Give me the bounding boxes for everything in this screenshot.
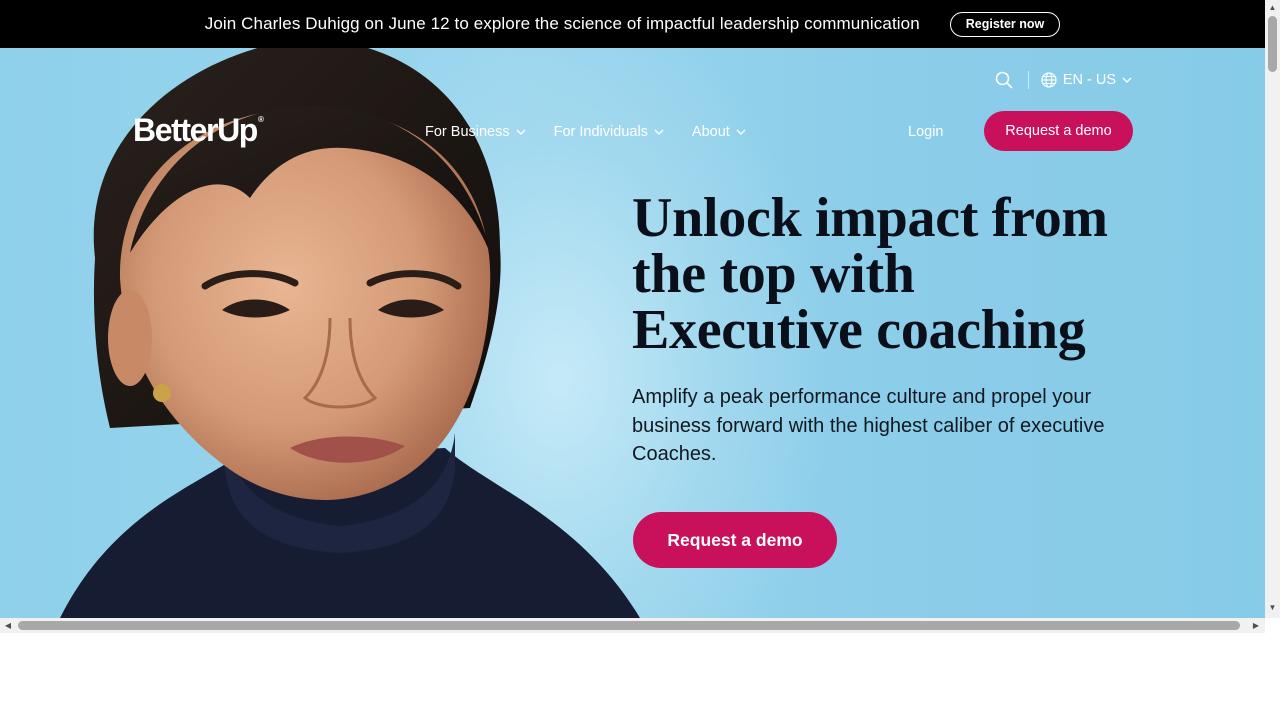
logo-text: BetterUp bbox=[133, 112, 258, 148]
scroll-left-arrow-icon[interactable]: ◀ bbox=[4, 621, 12, 630]
utility-bar: EN - US bbox=[994, 70, 1132, 90]
register-now-button[interactable]: Register now bbox=[949, 11, 1061, 37]
hero-section: EN - US BetterUp ® For Business For Indiv… bbox=[0, 48, 1265, 618]
nav-for-business[interactable]: For Business bbox=[425, 124, 526, 140]
globe-icon bbox=[1041, 72, 1057, 88]
nav-label: For Individuals bbox=[553, 124, 648, 140]
vertical-scroll-thumb[interactable] bbox=[1268, 16, 1277, 72]
language-label: EN - US bbox=[1062, 72, 1116, 88]
horizontal-scrollbar[interactable]: ◀ ▶ bbox=[0, 618, 1265, 633]
language-selector[interactable]: EN - US bbox=[1041, 72, 1132, 88]
horizontal-scroll-thumb[interactable] bbox=[18, 621, 1240, 630]
nav-label: For Business bbox=[425, 124, 510, 140]
main-nav: For Business For Individuals About bbox=[425, 124, 746, 140]
scroll-up-arrow-icon[interactable]: ▲ bbox=[1268, 4, 1277, 12]
announcement-text: Join Charles Duhigg on June 12 to explor… bbox=[204, 14, 920, 33]
chevron-down-icon bbox=[654, 129, 664, 135]
announcement-bar: Join Charles Duhigg on June 12 to explor… bbox=[0, 0, 1265, 48]
header-request-demo-button[interactable]: Request a demo bbox=[984, 111, 1133, 151]
nav-for-individuals[interactable]: For Individuals bbox=[554, 124, 664, 140]
chevron-down-icon bbox=[1122, 77, 1132, 83]
utility-divider bbox=[1027, 71, 1029, 89]
headline-line: Executive coaching bbox=[632, 299, 1086, 361]
search-icon[interactable] bbox=[994, 70, 1014, 90]
headline-line: Unlock impact from bbox=[632, 187, 1108, 249]
hero-subcopy: Amplify a peak performance culture and p… bbox=[632, 386, 1105, 465]
scroll-down-arrow-icon[interactable]: ▼ bbox=[1268, 604, 1277, 612]
headline-line: the top with bbox=[632, 243, 915, 305]
login-link[interactable]: Login bbox=[908, 124, 943, 140]
nav-label: About bbox=[691, 124, 730, 140]
vertical-scrollbar[interactable]: ▲ ▼ bbox=[1265, 0, 1280, 618]
scroll-right-arrow-icon[interactable]: ▶ bbox=[1252, 621, 1260, 630]
hero-headline: Unlock impact from the top with Executiv… bbox=[632, 190, 1152, 358]
chevron-down-icon bbox=[736, 129, 746, 135]
registered-mark: ® bbox=[257, 115, 264, 124]
betterup-logo[interactable]: BetterUp ® bbox=[133, 112, 264, 149]
hero-request-demo-button[interactable]: Request a demo bbox=[633, 512, 837, 568]
chevron-down-icon bbox=[516, 129, 526, 135]
nav-about[interactable]: About bbox=[692, 124, 746, 140]
